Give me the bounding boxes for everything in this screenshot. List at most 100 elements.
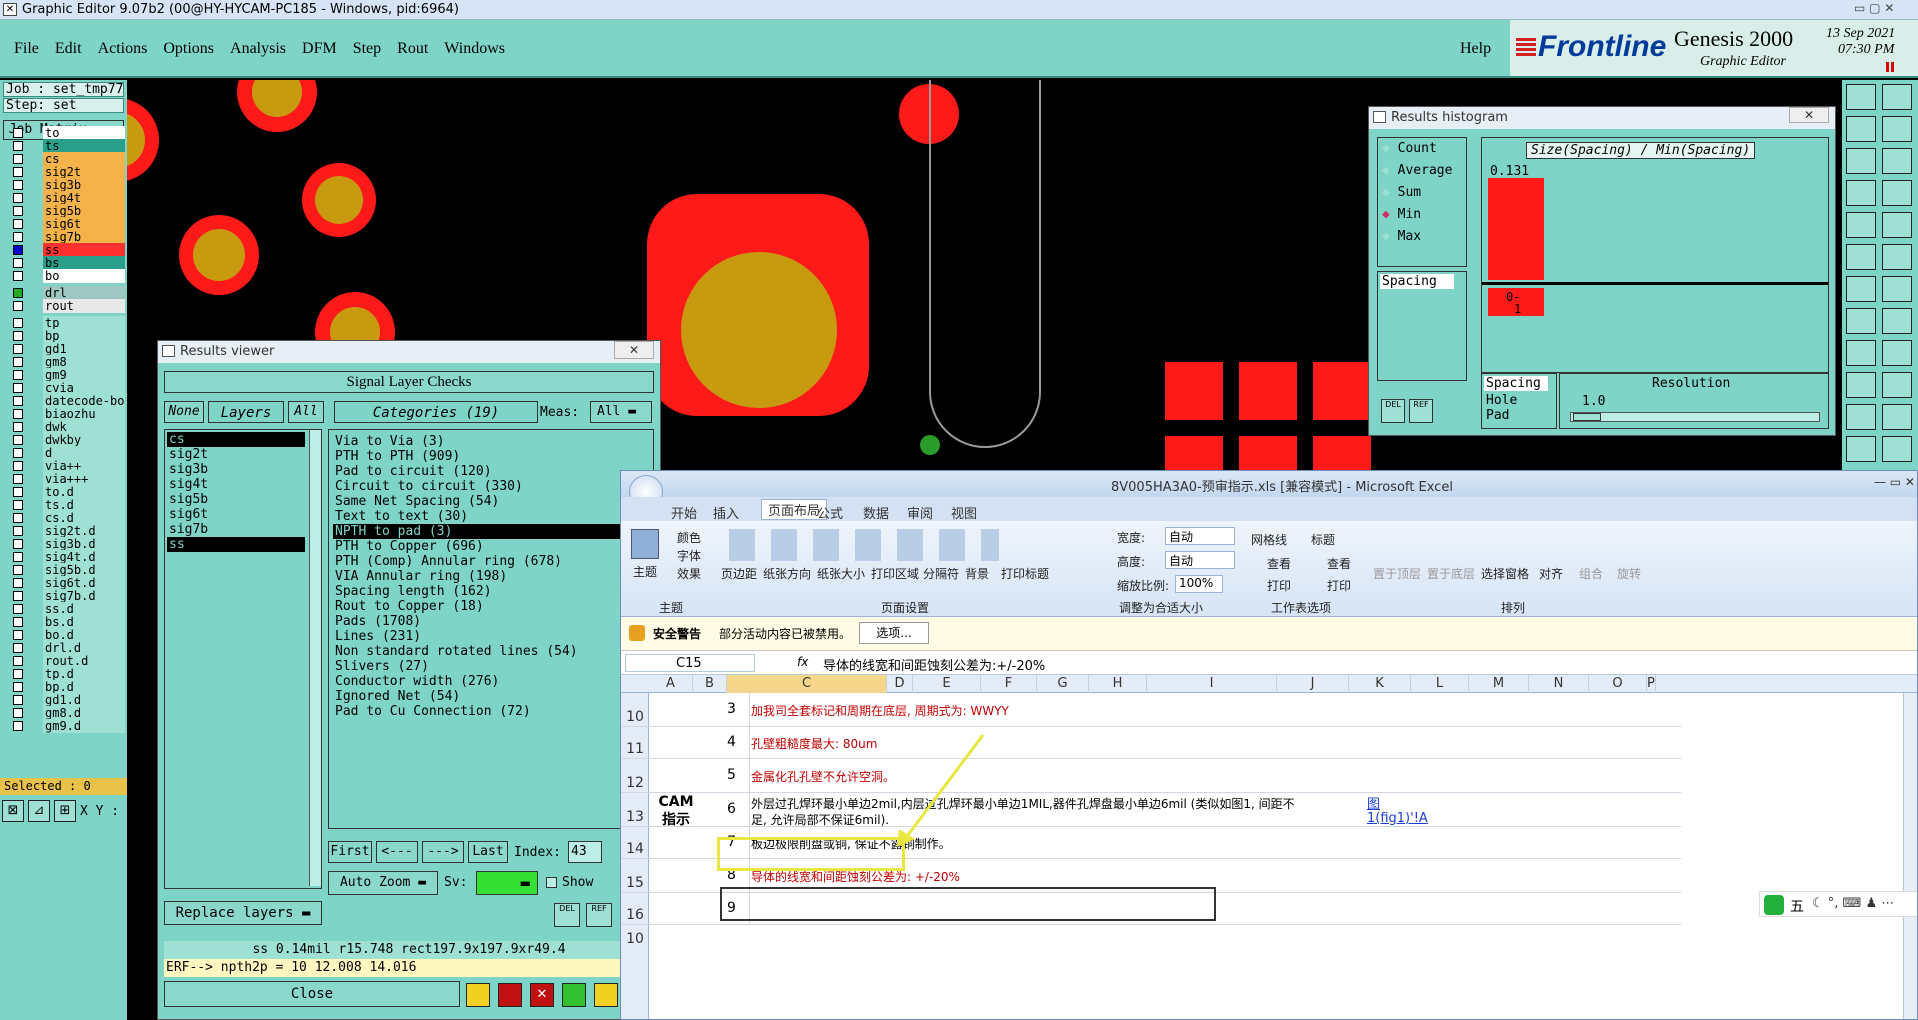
hist-bar[interactable] — [1488, 178, 1544, 280]
viewer-layer-item[interactable]: sig6t — [167, 507, 305, 522]
last-button[interactable]: Last — [468, 841, 508, 863]
print-area-label[interactable]: 打印区域 — [871, 565, 919, 582]
layer-item[interactable]: gm8 — [3, 355, 125, 369]
gridlines-view[interactable]: 查看 — [1267, 555, 1291, 572]
tool-button-icon[interactable] — [1846, 84, 1876, 110]
menu-options[interactable]: Options — [163, 40, 214, 58]
stop-icon[interactable] — [498, 983, 522, 1007]
ribbon-tab[interactable]: 开始 — [671, 503, 697, 522]
viewer-layer-item[interactable]: sig5b — [167, 492, 305, 507]
layer-checkbox[interactable] — [13, 669, 23, 679]
column-header[interactable]: G — [1037, 675, 1089, 693]
gridlines-print[interactable]: 打印 — [1267, 577, 1291, 594]
tool-button-icon[interactable] — [1846, 436, 1876, 462]
layer-checkbox[interactable] — [13, 219, 23, 229]
column-header[interactable]: B — [693, 675, 727, 693]
row-number[interactable]: 12 — [621, 775, 649, 791]
layer-item[interactable]: bo.d — [3, 628, 125, 642]
menu-help[interactable]: Help — [1460, 40, 1491, 58]
layer-checkbox[interactable] — [13, 630, 23, 640]
layer-item[interactable]: biaozhu — [3, 407, 125, 421]
menu-rout[interactable]: Rout — [397, 40, 428, 58]
hist-option[interactable]: ◆ Count — [1378, 138, 1466, 160]
layer-item[interactable]: bs.d — [3, 615, 125, 629]
layer-item[interactable]: sig4t — [3, 191, 125, 205]
category-item[interactable]: Conductor width (276) — [333, 674, 649, 689]
layer-checkbox[interactable] — [13, 232, 23, 242]
layer-checkbox[interactable] — [13, 604, 23, 614]
sheet-row[interactable]: 11 4 孔壁粗糙度最大: 80um — [621, 727, 1681, 759]
category-item[interactable]: PTH (Comp) Annular ring (678) — [333, 554, 649, 569]
category-item[interactable]: Rout to Copper (18) — [333, 599, 649, 614]
grid-tool-icon[interactable]: ⊞ — [54, 800, 76, 822]
layer-checkbox[interactable] — [13, 301, 23, 311]
layer-item[interactable]: dwk — [3, 420, 125, 434]
category-item[interactable]: Pads (1708) — [333, 614, 649, 629]
layer-checkbox[interactable] — [13, 474, 23, 484]
row-number[interactable]: 15 — [621, 875, 649, 891]
hist-option[interactable]: ◆ Min — [1378, 204, 1466, 226]
layer-checkbox[interactable] — [13, 617, 23, 627]
resolution-slider-thumb[interactable] — [1573, 413, 1601, 421]
hist-type-spacing[interactable]: Spacing — [1484, 376, 1548, 391]
layer-item[interactable]: ss — [3, 243, 125, 257]
layer-item[interactable]: sig6t.d — [3, 576, 125, 590]
layer-checkbox[interactable] — [13, 461, 23, 471]
category-item[interactable]: VIA Annular ring (198) — [333, 569, 649, 584]
tool-button-icon[interactable] — [1882, 308, 1912, 334]
index-field[interactable]: 43 — [568, 841, 602, 863]
layer-checkbox[interactable] — [13, 708, 23, 718]
layer-item[interactable]: sig2t.d — [3, 524, 125, 538]
layer-item[interactable]: datecode-bo — [3, 394, 125, 408]
measure-tool-icon[interactable]: ⊿ — [28, 800, 50, 822]
layer-item[interactable]: sig7b.d — [3, 589, 125, 603]
hist-del-button[interactable]: DEL — [1381, 399, 1405, 423]
layer-checkbox[interactable] — [13, 288, 23, 298]
next-button[interactable]: ---> — [422, 841, 464, 863]
layer-checkbox[interactable] — [13, 396, 23, 406]
layer-checkbox[interactable] — [13, 318, 23, 328]
tool-button-icon[interactable] — [1846, 340, 1876, 366]
tool-button-icon[interactable] — [1846, 212, 1876, 238]
column-header[interactable]: H — [1089, 675, 1147, 693]
layer-item[interactable]: rout — [3, 299, 125, 313]
column-header[interactable]: O — [1589, 675, 1647, 693]
height-dropdown[interactable]: 自动 — [1165, 551, 1235, 569]
category-item[interactable]: Ignored Net (54) — [333, 689, 649, 704]
layer-item[interactable]: to.d — [3, 485, 125, 499]
hist-ref-button[interactable]: REF — [1409, 399, 1433, 423]
hist-type-hole[interactable]: Hole — [1486, 393, 1552, 408]
excel-scrollbar[interactable] — [1903, 693, 1917, 1019]
viewer-ref-button[interactable]: REF — [586, 903, 612, 927]
tool-button-icon[interactable] — [1882, 116, 1912, 142]
histogram-close-button[interactable]: ✕ — [1789, 107, 1829, 123]
radio-diamond-icon[interactable]: ◆ — [1382, 229, 1398, 244]
layer-checkbox[interactable] — [13, 695, 23, 705]
layer-item[interactable]: sig6t — [3, 217, 125, 231]
tool-button-icon[interactable] — [1882, 436, 1912, 462]
layer-checkbox[interactable] — [13, 643, 23, 653]
menu-windows[interactable]: Windows — [444, 40, 505, 58]
layer2-icon[interactable] — [562, 983, 586, 1007]
row-number[interactable]: 10 — [621, 709, 649, 725]
layer-checkbox[interactable] — [13, 180, 23, 190]
layer-checkbox[interactable] — [13, 409, 23, 419]
highlight-icon[interactable] — [466, 983, 490, 1007]
layer-item[interactable]: cs — [3, 152, 125, 166]
column-header[interactable]: J — [1277, 675, 1349, 693]
layer-checkbox[interactable] — [13, 721, 23, 731]
ime-mode[interactable]: 五 — [1790, 896, 1804, 916]
link-text-2[interactable]: 1(fig1)'!A — [1367, 811, 1428, 826]
send-back-label[interactable]: 置于底层 — [1427, 565, 1475, 582]
hist-type-pad[interactable]: Pad — [1486, 408, 1552, 423]
column-header[interactable]: I — [1147, 675, 1277, 693]
background-label[interactable]: 背景 — [965, 565, 989, 582]
category-item[interactable]: Text to text (30) — [333, 509, 649, 524]
layer-list-scrollbar[interactable] — [309, 430, 321, 886]
layer-item[interactable]: dwkby — [3, 433, 125, 447]
all-button[interactable]: All — [288, 401, 324, 423]
layer-checkbox[interactable] — [13, 539, 23, 549]
column-header[interactable]: L — [1411, 675, 1469, 693]
category-item[interactable]: Circuit to circuit (330) — [333, 479, 649, 494]
layer-checkbox[interactable] — [13, 578, 23, 588]
